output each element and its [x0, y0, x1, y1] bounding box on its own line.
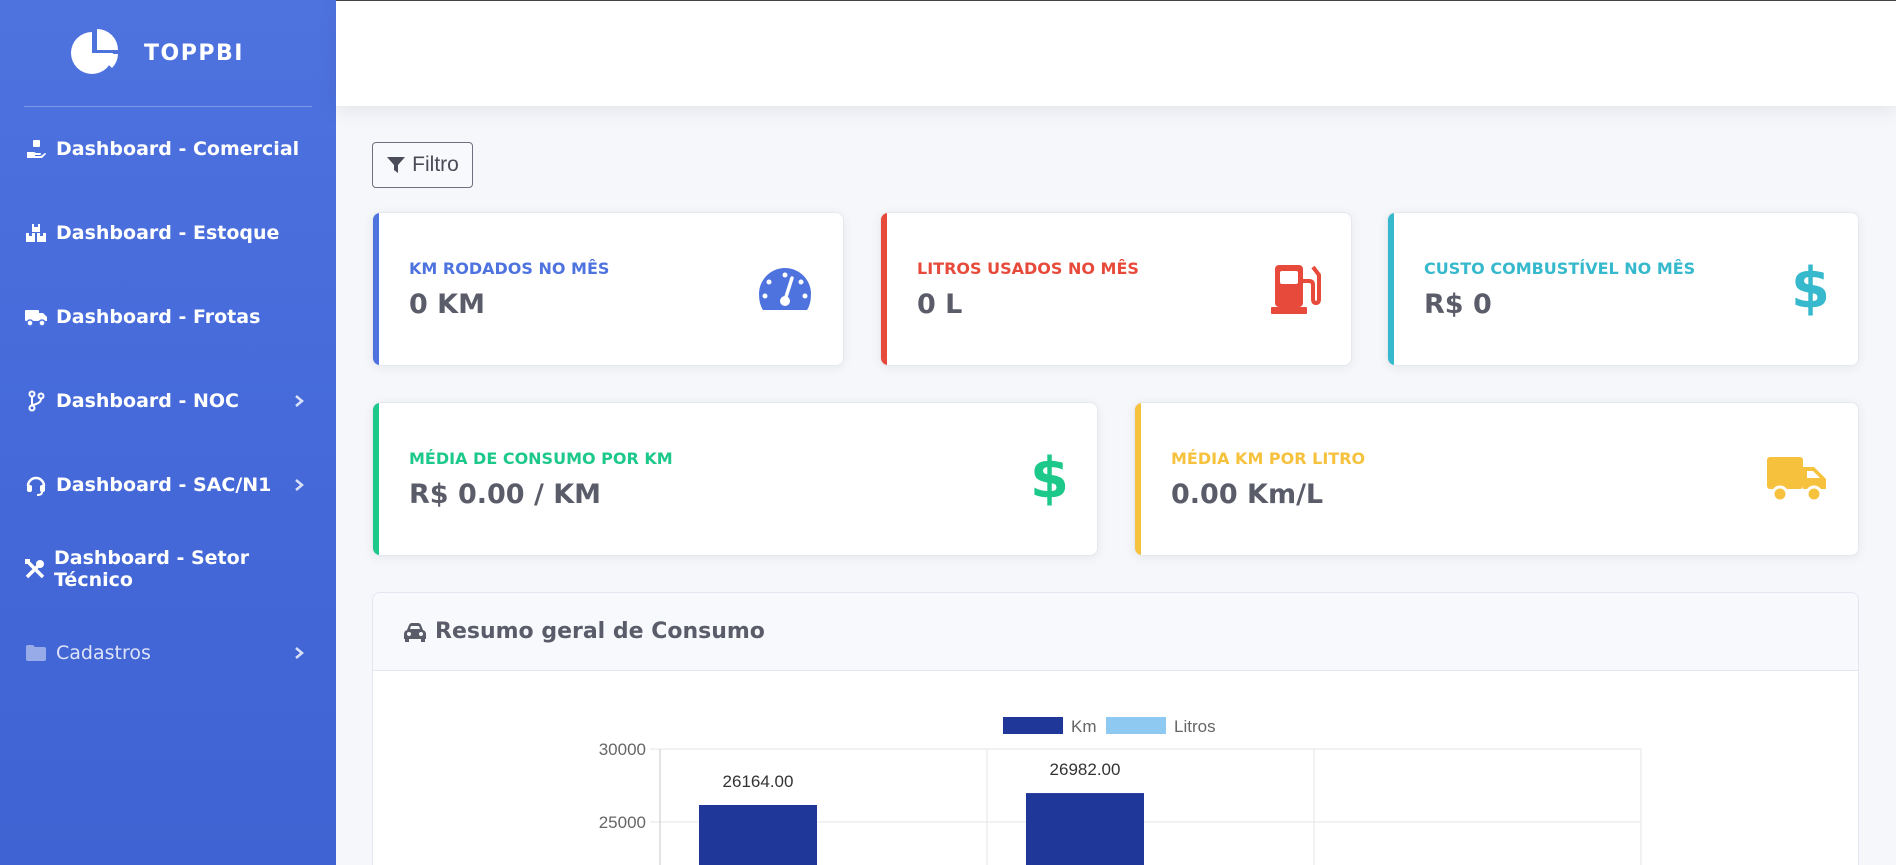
boxes-icon [24, 221, 48, 245]
tools-icon [24, 557, 46, 581]
card-title: CUSTO COMBUSTÍVEL NO MÊS [1424, 259, 1696, 278]
chevron-right-icon [295, 647, 304, 659]
card-value: 0.00 Km/L [1171, 479, 1324, 510]
chevron-right-icon [295, 395, 304, 407]
stat-card-media-km-litro: MÉDIA KM POR LITRO 0.00 Km/L [1134, 402, 1859, 556]
sidebar-item-frotas[interactable]: Dashboard - Frotas [0, 275, 336, 359]
card-value: 0 KM [409, 289, 485, 320]
stat-card-litros: LITROS USADOS NO MÊS 0 L [880, 212, 1352, 366]
sidebar-nav: Dashboard - Comercial Dashboard - Estoqu… [0, 107, 336, 695]
legend-swatch-km [1003, 717, 1063, 734]
card-accent [881, 213, 887, 365]
filter-icon [387, 157, 406, 173]
sidebar-item-noc[interactable]: Dashboard - NOC [0, 359, 336, 443]
truck-icon [1767, 457, 1826, 503]
legend-label-km: Km [1071, 717, 1097, 736]
sidebar-item-label: Cadastros [56, 642, 151, 664]
sidebar-item-label: Dashboard - SAC/N1 [56, 474, 272, 496]
bar-data-label: 26982.00 [1050, 760, 1121, 779]
consumo-bar-chart: Km Litros 30000 25000 26164.00 26982.00 [599, 717, 1642, 865]
headset-icon [24, 473, 48, 497]
card-title: MÉDIA KM POR LITRO [1171, 449, 1366, 468]
card-value: R$ 0.00 / KM [409, 479, 602, 510]
card-title: LITROS USADOS NO MÊS [917, 259, 1139, 278]
card-value: R$ 0 [1424, 289, 1492, 320]
sidebar-item-setor-tecnico[interactable]: Dashboard - Setor Técnico [0, 527, 336, 611]
brand-name: TOPPBI [144, 40, 244, 66]
card-value: 0 L [917, 289, 963, 320]
sidebar-item-label: Dashboard - Setor Técnico [54, 547, 250, 591]
topbar [336, 0, 1896, 106]
filter-button[interactable]: Filtro [372, 142, 473, 188]
sidebar-item-cadastros[interactable]: Cadastros [0, 611, 336, 695]
chevron-right-icon [295, 479, 304, 491]
code-branch-icon [24, 389, 48, 413]
gas-pump-icon [1271, 265, 1321, 314]
stat-card-km: KM RODADOS NO MÊS 0 KM [372, 212, 844, 366]
sidebar-item-sac[interactable]: Dashboard - SAC/N1 [0, 443, 336, 527]
stat-card-custo: CUSTO COMBUSTÍVEL NO MÊS R$ 0 $ [1387, 212, 1859, 366]
pie-chart-logo-icon [71, 29, 118, 74]
y-tick-label: 30000 [599, 740, 646, 759]
filter-label: Filtro [412, 153, 459, 176]
sidebar-item-label: Dashboard - NOC [56, 390, 239, 412]
legend-swatch-litros [1106, 717, 1166, 734]
card-title: MÉDIA DE CONSUMO POR KM [409, 449, 673, 468]
sidebar-item-label: Dashboard - Comercial [56, 138, 300, 160]
hand-holding-icon [24, 137, 48, 161]
truck-icon [24, 305, 48, 329]
dollar-icon: $ [1791, 256, 1830, 321]
tachometer-icon [759, 268, 811, 310]
card-accent [373, 213, 379, 365]
card-title: KM RODADOS NO MÊS [409, 259, 610, 278]
sidebar: TOPPBI Dashboard - Comercial Dashboard -… [0, 0, 336, 865]
dollar-icon: $ [1030, 446, 1069, 511]
card-accent [373, 403, 379, 555]
card-accent [1135, 403, 1141, 555]
stat-card-media-consumo: MÉDIA DE CONSUMO POR KM R$ 0.00 / KM $ [372, 402, 1098, 556]
sidebar-item-label: Dashboard - Frotas [56, 306, 261, 328]
bar-data-label: 26164.00 [723, 772, 794, 791]
card-accent [1388, 213, 1394, 365]
bar-km-0 [699, 805, 817, 865]
legend-label-litros: Litros [1174, 717, 1216, 736]
sidebar-item-estoque[interactable]: Dashboard - Estoque [0, 191, 336, 275]
bar-km-1 [1026, 793, 1144, 865]
brand[interactable]: TOPPBI [0, 0, 336, 106]
consumo-summary-panel: Resumo geral de Consumo Km Litros 30000 250… [372, 592, 1859, 865]
folder-icon [24, 641, 48, 665]
y-tick-label: 25000 [599, 813, 646, 832]
sidebar-item-comercial[interactable]: Dashboard - Comercial [0, 107, 336, 191]
sidebar-item-label: Dashboard - Estoque [56, 222, 280, 244]
